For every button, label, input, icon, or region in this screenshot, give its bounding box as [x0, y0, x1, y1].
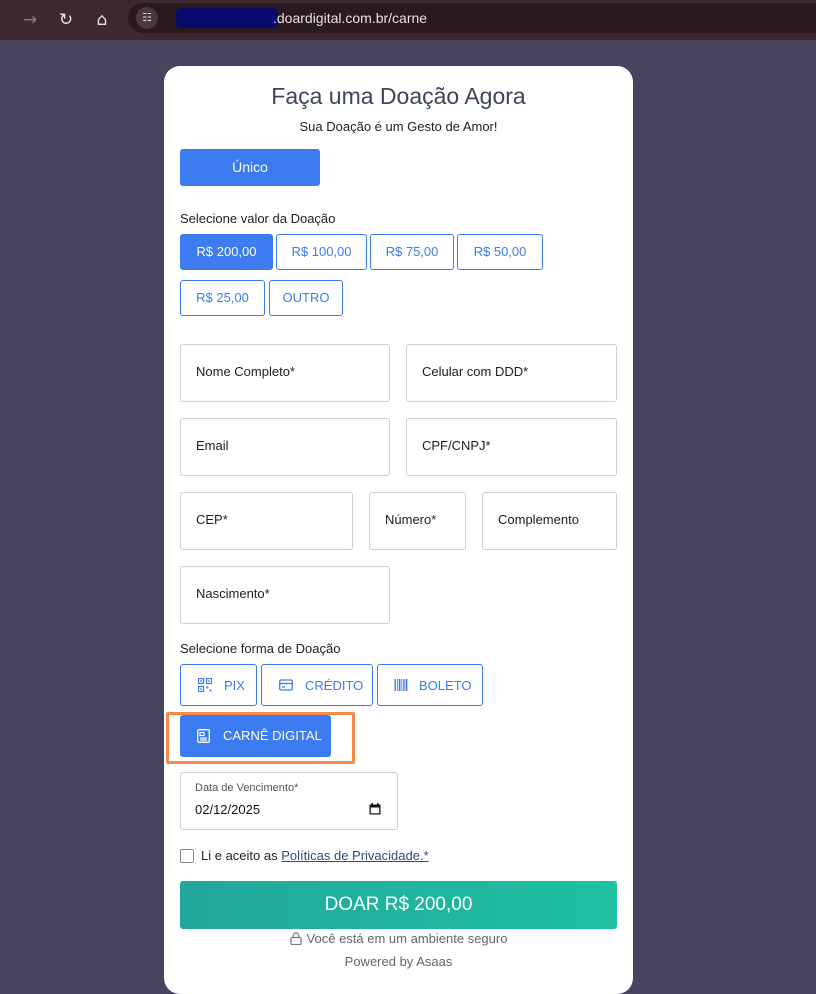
privacy-policy-link[interactable]: Políticas de Privacidade.* [281, 848, 428, 863]
privacy-checkbox[interactable] [180, 849, 194, 863]
pay-carne-digital-label: CARNÊ DIGITAL [223, 728, 322, 743]
pay-credito-button[interactable]: CRÉDITO [261, 664, 373, 706]
pay-carne-digital-button[interactable]: CARNÊ DIGITAL [180, 715, 331, 757]
frequency-unico-button[interactable]: Único [180, 149, 320, 186]
credit-card-icon [279, 679, 293, 691]
cpf-cnpj-field[interactable]: CPF/CNPJ* [406, 418, 617, 476]
payment-section-label: Selecione forma de Doação [180, 641, 341, 656]
barcode-icon [394, 679, 408, 691]
pay-boleto-label: BOLETO [419, 678, 472, 693]
numero-label: Número* [385, 512, 437, 527]
due-date-value[interactable]: 02/12/2025 [195, 802, 260, 817]
document-icon [197, 729, 210, 743]
address-bar[interactable]: ☷ .doardigital.com.br/carne [128, 3, 816, 33]
secure-text: Você está em um ambiente seguro [306, 931, 508, 946]
privacy-text: Li e aceito as Políticas de Privacidade.… [201, 848, 429, 863]
home-icon[interactable]: ⌂ [88, 6, 116, 34]
cpf-cnpj-label: CPF/CNPJ* [422, 438, 491, 453]
amount-25-button[interactable]: R$ 25,00 [180, 280, 265, 316]
pay-pix-button[interactable]: PIX [180, 664, 257, 706]
nome-completo-field[interactable]: Nome Completo* [180, 344, 390, 402]
browser-toolbar: → ↻ ⌂ ☷ .doardigital.com.br/carne [0, 0, 816, 40]
secure-environment-note: Você está em um ambiente seguro [164, 931, 633, 946]
email-field[interactable]: Email [180, 418, 390, 476]
url-text[interactable]: .doardigital.com.br/carne [273, 10, 427, 26]
amount-section-label: Selecione valor da Doação [180, 211, 336, 226]
lock-icon [289, 932, 302, 945]
reload-icon[interactable]: ↻ [52, 6, 80, 34]
powered-by-text: Powered by Asaas [344, 954, 453, 969]
privacy-prefix: Li e aceito as [201, 848, 282, 863]
nome-completo-label: Nome Completo* [196, 364, 295, 379]
numero-field[interactable]: Número* [369, 492, 466, 550]
cep-field[interactable]: CEP* [180, 492, 353, 550]
pay-credito-label: CRÉDITO [305, 678, 364, 693]
pay-boleto-button[interactable]: BOLETO [377, 664, 483, 706]
calendar-icon[interactable] [369, 803, 381, 815]
pay-pix-label: PIX [224, 678, 245, 693]
site-info-icon[interactable]: ☷ [136, 7, 158, 29]
back-arrow-icon[interactable]: → [16, 6, 44, 34]
email-label: Email [196, 438, 229, 453]
amount-75-button[interactable]: R$ 75,00 [370, 234, 454, 270]
redacted-url-portion [176, 8, 278, 28]
qr-code-icon [198, 678, 212, 692]
amount-100-button[interactable]: R$ 100,00 [276, 234, 367, 270]
complemento-field[interactable]: Complemento [482, 492, 617, 550]
celular-field[interactable]: Celular com DDD* [406, 344, 617, 402]
donate-button[interactable]: DOAR R$ 200,00 [180, 881, 617, 929]
due-date-field[interactable]: Data de Vencimento* 02/12/2025 [180, 772, 398, 830]
celular-label: Celular com DDD* [422, 364, 529, 379]
page-title: Faça uma Doação Agora [271, 83, 526, 109]
amount-outro-button[interactable]: OUTRO [269, 280, 343, 316]
donation-card: Faça uma Doação Agora Sua Doação é um Ge… [164, 66, 633, 994]
nascimento-label: Nascimento* [196, 586, 270, 601]
due-date-label: Data de Vencimento* [195, 782, 299, 794]
page-subtitle: Sua Doação é um Gesto de Amor! [299, 119, 498, 134]
cep-label: CEP* [196, 512, 228, 527]
amount-200-button[interactable]: R$ 200,00 [180, 234, 273, 270]
amount-50-button[interactable]: R$ 50,00 [457, 234, 543, 270]
nascimento-field[interactable]: Nascimento* [180, 566, 390, 624]
complemento-label: Complemento [498, 512, 579, 527]
